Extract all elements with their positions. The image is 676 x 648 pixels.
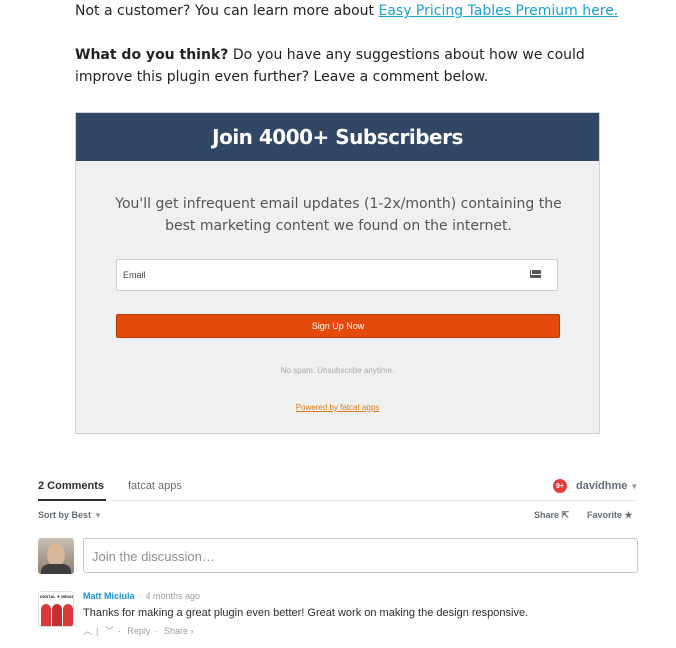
discussion-input[interactable]: Join the discussion… [83, 538, 638, 573]
email-placeholder: Email [123, 270, 146, 280]
chevron-down-icon: ▼ [630, 482, 639, 491]
comment-share-button[interactable]: Share › [164, 626, 194, 636]
comment-author[interactable]: Matt Miciula [83, 591, 135, 601]
favorite-button[interactable]: Favorite ★ [587, 510, 633, 521]
comment-actions: ︿ | ﹀ · Reply · Share › [83, 626, 194, 636]
comment-text: Thanks for making a great plugin even be… [83, 607, 529, 619]
comments-header: 2 Comments fatcat apps 9+ davidhme ▼ [38, 477, 638, 501]
powered-by-link[interactable]: Powered by fatcat apps [76, 403, 599, 412]
sort-dropdown[interactable]: Sort by Best ▼ [38, 510, 102, 520]
site-name-tab[interactable]: fatcat apps [128, 480, 182, 492]
no-spam-note: No spam. Unsubscribe anytime. [280, 366, 395, 375]
favorite-label: Favorite [587, 510, 623, 520]
optin-headline: Join 4000+ Subscribers [76, 113, 599, 161]
notification-badge[interactable]: 9+ [553, 479, 567, 493]
comment-time[interactable]: 4 months ago [146, 591, 201, 601]
feedback-heading: What do you think? [75, 47, 229, 63]
reply-button[interactable]: Reply [127, 626, 150, 636]
upvote-icon[interactable]: ︿ [83, 626, 92, 636]
sign-up-button[interactable]: Sign Up Now [116, 314, 560, 338]
sort-label: Sort by Best [38, 510, 92, 520]
share-icon: ⇱ [561, 510, 570, 520]
username-label: davidhme [576, 480, 628, 492]
optin-description: You'll get infrequent email updates (1-2… [115, 196, 562, 234]
email-field[interactable]: Email [116, 259, 558, 291]
discussion-placeholder: Join the discussion… [92, 549, 215, 564]
article-paragraph-feedback: What do you think? Do you have any sugge… [75, 44, 595, 88]
share-button[interactable]: Share ⇱ [534, 510, 569, 521]
downvote-icon[interactable]: ﹀ [105, 626, 114, 636]
comments-count-tab[interactable]: 2 Comments [38, 480, 107, 501]
optin-box: Join 4000+ Subscribers You'll get infreq… [75, 112, 600, 434]
envelope-icon [530, 270, 541, 278]
article-paragraph-customer: Not a customer? You can learn more about… [75, 0, 655, 22]
user-menu[interactable]: davidhme ▼ [576, 480, 638, 492]
avatar[interactable] [38, 538, 74, 574]
article-text-prefix: Not a customer? You can learn more about [75, 3, 379, 19]
chevron-down-icon: ▼ [94, 511, 102, 520]
pricing-premium-link[interactable]: Easy Pricing Tables Premium here. [378, 3, 618, 19]
commenter-avatar[interactable]: DIGITAL ✦ MEDIA [38, 591, 74, 627]
comment-meta: Matt Miciula · 4 months ago [83, 591, 201, 601]
share-label: Share [534, 510, 560, 520]
star-icon: ★ [624, 510, 633, 520]
